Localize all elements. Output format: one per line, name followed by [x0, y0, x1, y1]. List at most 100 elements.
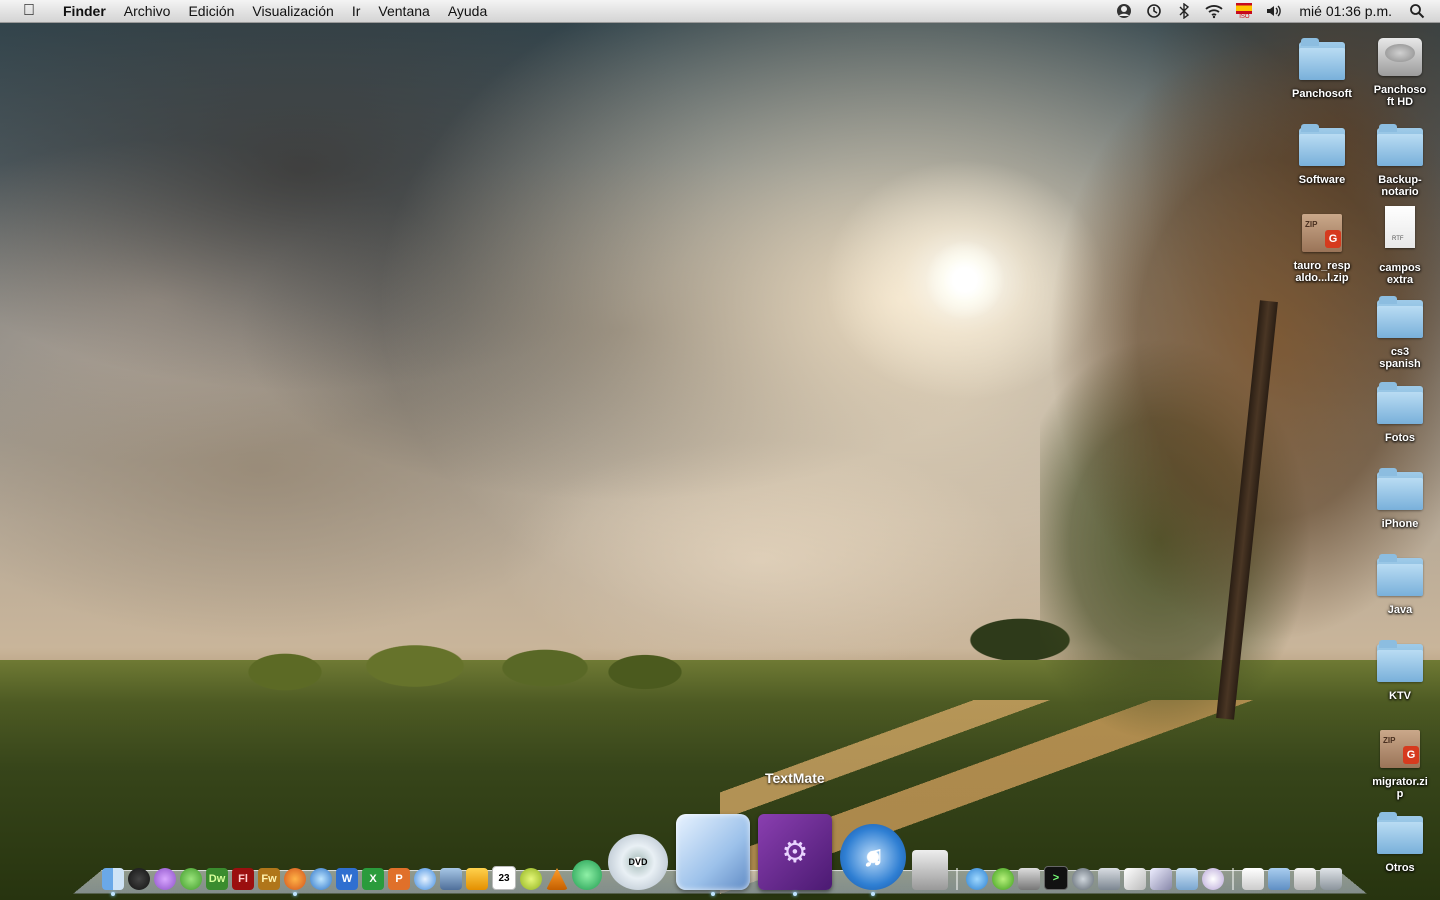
- dvd-label: DVD: [628, 857, 647, 867]
- folder-icon: [1375, 810, 1425, 858]
- desktop-file-tauro-zip[interactable]: ZIP G tauro_respaldo...l.zip: [1284, 208, 1360, 284]
- folder-icon: [1375, 294, 1425, 342]
- dvd-player-icon[interactable]: DVD: [608, 834, 668, 890]
- desktop-folder-panchosoft[interactable]: Panchosoft: [1284, 36, 1360, 100]
- fireworks-icon[interactable]: Fw: [258, 868, 280, 890]
- folder-icon: [1375, 552, 1425, 600]
- dreamweaver-icon[interactable]: Dw: [206, 868, 228, 890]
- flash-icon[interactable]: Fl: [232, 868, 254, 890]
- rtf-document-icon: RTF: [1375, 204, 1425, 252]
- sun-glow: [925, 240, 1005, 320]
- menu-ventana[interactable]: Ventana: [369, 0, 438, 22]
- photo-icon[interactable]: [1124, 868, 1146, 890]
- user-icon[interactable]: [1113, 0, 1135, 22]
- downloads-icon[interactable]: [1242, 868, 1264, 890]
- menu-ayuda[interactable]: Ayuda: [439, 0, 496, 22]
- zip-tag: ZIP: [1305, 220, 1317, 229]
- status-area: ISO mié 01:36 p.m.: [1109, 0, 1440, 22]
- dock-separator: [1232, 868, 1234, 890]
- desktop-icon-label: Otros: [1362, 862, 1438, 874]
- lime-icon[interactable]: [520, 868, 542, 890]
- menu-edicion[interactable]: Edición: [179, 0, 243, 22]
- excel-icon[interactable]: X: [362, 868, 384, 890]
- desktop-file-campos-extra[interactable]: RTF campos extra: [1362, 204, 1438, 286]
- word-icon[interactable]: W: [336, 868, 358, 890]
- tree-line: [215, 632, 695, 692]
- time-machine-icon[interactable]: [1143, 0, 1165, 22]
- preview-icon[interactable]: [1098, 868, 1120, 890]
- desktop-icon-label: Software: [1284, 174, 1360, 186]
- itunes-icon[interactable]: ♫: [840, 824, 906, 890]
- folder-icon: [1297, 122, 1347, 170]
- desktop-folder-backup-notario[interactable]: Backup-notario: [1362, 122, 1438, 198]
- flag-label: ISO: [1239, 14, 1249, 20]
- desktop-folder-otros[interactable]: Otros: [1362, 810, 1438, 874]
- vlc-icon[interactable]: [546, 868, 568, 890]
- desktop-icon-label: Java: [1362, 604, 1438, 616]
- desktop-folder-software[interactable]: Software: [1284, 122, 1360, 186]
- desktop-folder-fotos[interactable]: Fotos: [1362, 380, 1438, 444]
- wifi-icon[interactable]: [1203, 0, 1225, 22]
- volume-icon[interactable]: [1263, 0, 1285, 22]
- system-pref-icon[interactable]: [1072, 868, 1094, 890]
- spotlight-search-icon[interactable]: [1406, 0, 1428, 22]
- ical-icon[interactable]: 23: [492, 866, 516, 890]
- desktop-icon-label: migrator.zip: [1371, 776, 1429, 800]
- powerpoint-icon[interactable]: P: [388, 868, 410, 890]
- itunes-plugin-icon[interactable]: [154, 868, 176, 890]
- desktop-icon-label: Backup-notario: [1374, 174, 1426, 198]
- cube-app-icon[interactable]: [676, 814, 750, 890]
- bluetooth-icon[interactable]: [1173, 0, 1195, 22]
- menu-finder[interactable]: Finder: [54, 0, 115, 22]
- menu-visualizacion[interactable]: Visualización: [243, 0, 342, 22]
- rtf-tag: RTF: [1392, 236, 1404, 242]
- folder-icon: [1375, 638, 1425, 686]
- applications-icon[interactable]: [1150, 868, 1172, 890]
- desktop-icon-label: KTV: [1362, 690, 1438, 702]
- mail-icon[interactable]: [466, 868, 488, 890]
- menu-clock[interactable]: mié 01:36 p.m.: [1289, 3, 1402, 19]
- trash-icon[interactable]: [1320, 868, 1342, 890]
- safari-icon[interactable]: [310, 868, 332, 890]
- dashboard-icon[interactable]: [128, 868, 150, 890]
- adium-icon[interactable]: [966, 868, 988, 890]
- documents-icon[interactable]: [1176, 868, 1198, 890]
- grid-icon[interactable]: [1294, 868, 1316, 890]
- leaf-icon[interactable]: [180, 868, 202, 890]
- ichat-icon[interactable]: [414, 868, 436, 890]
- folder-icon: [1375, 466, 1425, 514]
- desktop-icon-label: Fotos: [1362, 432, 1438, 444]
- desktop-icon-label: Panchosoft HD: [1372, 84, 1428, 108]
- script-icon[interactable]: [1018, 868, 1040, 890]
- folder-stack-icon[interactable]: [1268, 868, 1290, 890]
- desktop-folder-iphone[interactable]: iPhone: [1362, 466, 1438, 530]
- zip-tag: ZIP: [1383, 736, 1395, 745]
- x-icon[interactable]: [572, 860, 602, 890]
- apple-icon[interactable]: : [18, 2, 40, 20]
- desktop-drive-panchosoft-hd[interactable]: Panchosoft HD: [1362, 32, 1438, 108]
- desktop-icon-label: tauro_respaldo...l.zip: [1292, 260, 1352, 284]
- dock-separator: [956, 868, 958, 890]
- menu-archivo[interactable]: Archivo: [115, 0, 180, 22]
- textmate-icon[interactable]: ⚙: [758, 814, 832, 890]
- desktop-file-migrator-zip[interactable]: ZIP G migrator.zip: [1362, 724, 1438, 800]
- menu-ir[interactable]: Ir: [343, 0, 370, 22]
- dock-tooltip: TextMate: [765, 770, 825, 786]
- desktop-folder-cs3-spanish[interactable]: cs3 spanish: [1362, 294, 1438, 370]
- desktop-folder-java[interactable]: Java: [1362, 552, 1438, 616]
- xcode-icon[interactable]: [912, 850, 948, 890]
- dock: Dw Fl Fw W X P 23 DVD ⚙ ♫ >: [100, 810, 1344, 890]
- desktop-folder-ktv[interactable]: KTV: [1362, 638, 1438, 702]
- desktop-icon-label: Panchosoft: [1284, 88, 1360, 100]
- folder-icon: [1297, 36, 1347, 84]
- hard-drive-icon: [1375, 32, 1425, 80]
- deliveries-icon[interactable]: [440, 868, 462, 890]
- flag-icon[interactable]: ISO: [1233, 0, 1255, 22]
- growl-icon[interactable]: [992, 868, 1014, 890]
- finder-icon[interactable]: [102, 868, 124, 890]
- download-folder-icon[interactable]: [1202, 868, 1224, 890]
- folder-icon: [1375, 380, 1425, 428]
- terminal-icon[interactable]: >: [1044, 866, 1068, 890]
- firefox-icon[interactable]: [284, 868, 306, 890]
- zip-file-icon: ZIP G: [1375, 724, 1425, 772]
